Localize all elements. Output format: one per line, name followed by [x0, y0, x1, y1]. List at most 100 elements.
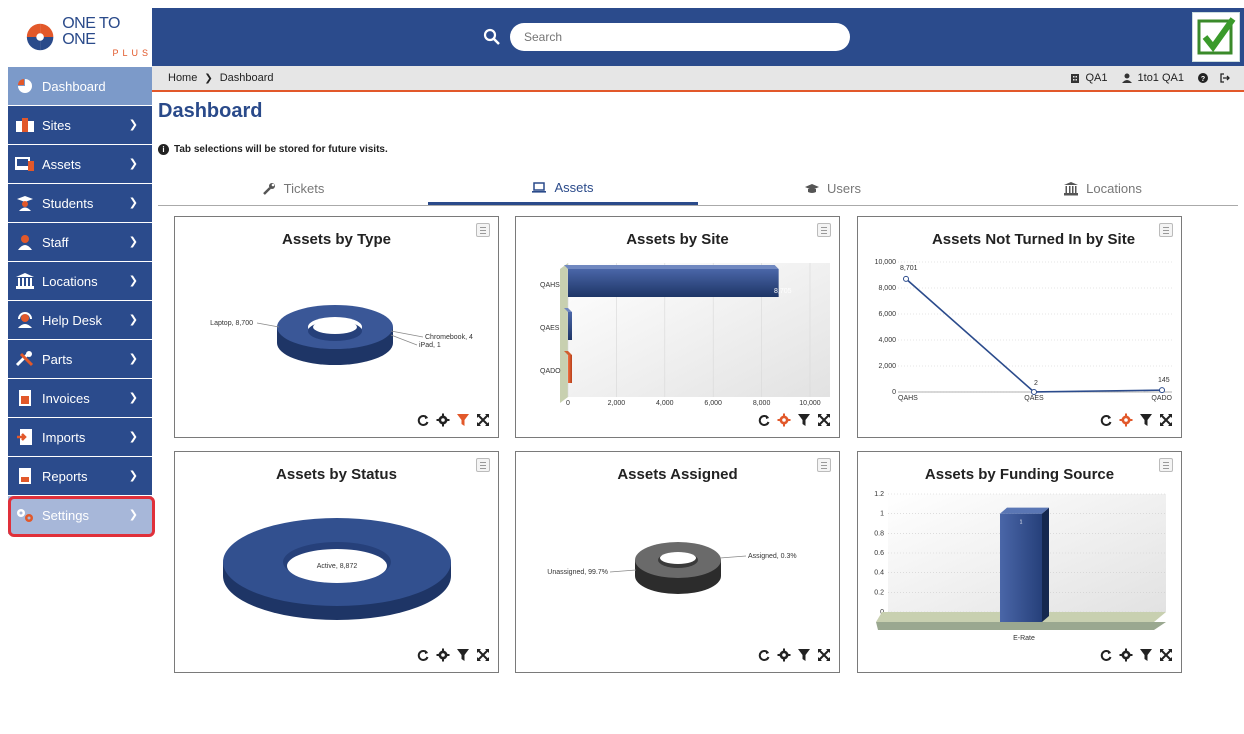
tab-label: Tickets: [283, 181, 325, 196]
sidebar-item-label: Help Desk: [42, 312, 102, 328]
tab-label: Users: [827, 181, 861, 196]
tab-tickets[interactable]: Tickets: [158, 172, 428, 205]
gear-icon[interactable]: [436, 648, 450, 662]
gear-icon[interactable]: [777, 648, 791, 662]
breadcrumb-home[interactable]: Home: [168, 72, 197, 84]
help-icon[interactable]: ?: [1198, 73, 1208, 83]
chart-assets-by-site: 0 2,000 4,000 6,000 8,000 10,000 QAHS QAES QA…: [540, 263, 830, 407]
data-label: Assigned, 0.3%: [748, 553, 797, 560]
sidebar-item-imports[interactable]: Imports ❯: [8, 418, 152, 456]
import-icon: [14, 428, 36, 446]
gear-icon[interactable]: [436, 413, 450, 427]
gear-icon[interactable]: [777, 413, 791, 427]
info-notice-text: Tab selections will be stored for future…: [174, 144, 388, 155]
chart-toolbar: [757, 648, 831, 662]
graduation-cap-icon: [805, 183, 820, 193]
expand-icon[interactable]: [1159, 413, 1173, 427]
sidebar-item-help-desk[interactable]: Help Desk ❯: [8, 301, 152, 339]
student-icon: [14, 194, 36, 212]
sidebar-item-sites[interactable]: Sites ❯: [8, 106, 152, 144]
tab-users[interactable]: Users: [698, 172, 968, 205]
tick-label: QAES: [1024, 395, 1044, 402]
invoice-icon: [14, 389, 36, 407]
sidebar-item-reports[interactable]: Reports ❯: [8, 457, 152, 495]
refresh-icon[interactable]: [416, 413, 430, 427]
filter-icon[interactable]: [797, 413, 811, 427]
chevron-right-icon: ❯: [128, 509, 138, 521]
expand-icon[interactable]: [476, 413, 490, 427]
tick-label: 4,000: [878, 337, 896, 344]
user-bar: QA1 1to1 QA1 ?: [1070, 72, 1231, 84]
expand-icon[interactable]: [817, 413, 831, 427]
logout-icon[interactable]: [1220, 73, 1230, 83]
headset-icon: [14, 311, 36, 329]
refresh-icon[interactable]: [757, 648, 771, 662]
tick-label: 1.2: [874, 491, 884, 498]
filter-icon[interactable]: [1139, 413, 1153, 427]
sidebar-item-label: Students: [42, 195, 94, 211]
data-label: 1: [1020, 520, 1023, 526]
dashboard-tabs: Tickets Assets Users Locations: [158, 172, 1238, 206]
sidebar-item-label: Sites: [42, 117, 71, 133]
refresh-icon[interactable]: [1099, 648, 1113, 662]
refresh-icon[interactable]: [757, 413, 771, 427]
data-point: [1031, 388, 1037, 395]
chart-toolbar: [416, 648, 490, 662]
breadcrumb-current: Dashboard: [219, 72, 274, 84]
chevron-right-icon: ❯: [128, 353, 138, 365]
institution-icon: [1064, 181, 1079, 195]
chevron-right-icon: ❯: [128, 236, 138, 248]
sidebar-item-dashboard[interactable]: Dashboard: [8, 67, 152, 105]
filter-icon[interactable]: [797, 648, 811, 662]
logo[interactable]: ONE TO ONE PLUS: [8, 8, 152, 66]
tick-label: QAHS: [540, 282, 560, 289]
gear-icon[interactable]: [1119, 648, 1133, 662]
sidebar-item-invoices[interactable]: Invoices ❯: [8, 379, 152, 417]
sidebar-item-settings[interactable]: Settings ❯: [8, 496, 152, 534]
tick-label: 0.8: [874, 530, 884, 537]
chevron-right-icon: ❯: [128, 158, 138, 170]
sidebar-item-students[interactable]: Students ❯: [8, 184, 152, 222]
search-bar: [482, 23, 850, 51]
data-label: 8,705: [774, 288, 792, 295]
sidebar-item-parts[interactable]: Parts ❯: [8, 340, 152, 378]
search-input[interactable]: [510, 23, 850, 51]
tick-label: 0: [892, 389, 896, 396]
bar-qahs: [568, 269, 779, 297]
data-label: Unassigned, 99.7%: [547, 569, 608, 576]
filter-icon[interactable]: [456, 648, 470, 662]
institution-icon: [14, 272, 36, 290]
tick-label: QADO: [1151, 395, 1172, 402]
data-point: [903, 275, 909, 282]
chart-assets-by-funding-source: 00.20.40.60.811.2 1 E-Rate: [874, 491, 1166, 642]
refresh-icon[interactable]: [416, 648, 430, 662]
bar-top: [564, 265, 779, 269]
data-point: [1159, 387, 1165, 394]
expand-icon[interactable]: [817, 648, 831, 662]
filter-icon[interactable]: [456, 413, 470, 427]
search-icon[interactable]: [482, 27, 502, 47]
building-icon: [1070, 74, 1079, 83]
chart-toolbar: [1099, 648, 1173, 662]
sidebar-item-assets[interactable]: Assets ❯: [8, 145, 152, 183]
chevron-right-icon: ❯: [128, 314, 138, 326]
tick-label: 0: [566, 400, 570, 407]
expand-icon[interactable]: [1159, 648, 1173, 662]
sidebar-item-label: Imports: [42, 429, 86, 445]
tab-locations[interactable]: Locations: [968, 172, 1238, 205]
tab-assets[interactable]: Assets: [428, 172, 698, 205]
current-site[interactable]: QA1: [1086, 72, 1108, 84]
current-user[interactable]: 1to1 QA1: [1138, 72, 1184, 84]
sidebar-item-staff[interactable]: Staff ❯: [8, 223, 152, 261]
sidebar-item-locations[interactable]: Locations ❯: [8, 262, 152, 300]
refresh-icon[interactable]: [1099, 413, 1113, 427]
expand-icon[interactable]: [476, 648, 490, 662]
filter-icon[interactable]: [1139, 648, 1153, 662]
tools-icon: [14, 350, 36, 368]
chart-toolbar: [757, 413, 831, 427]
checkmark-logo-icon[interactable]: [1192, 12, 1240, 62]
gear-icon[interactable]: [1119, 413, 1133, 427]
building-icon: [14, 116, 36, 134]
sidebar-item-label: Staff: [42, 234, 69, 250]
data-label: 8,701: [900, 265, 918, 272]
